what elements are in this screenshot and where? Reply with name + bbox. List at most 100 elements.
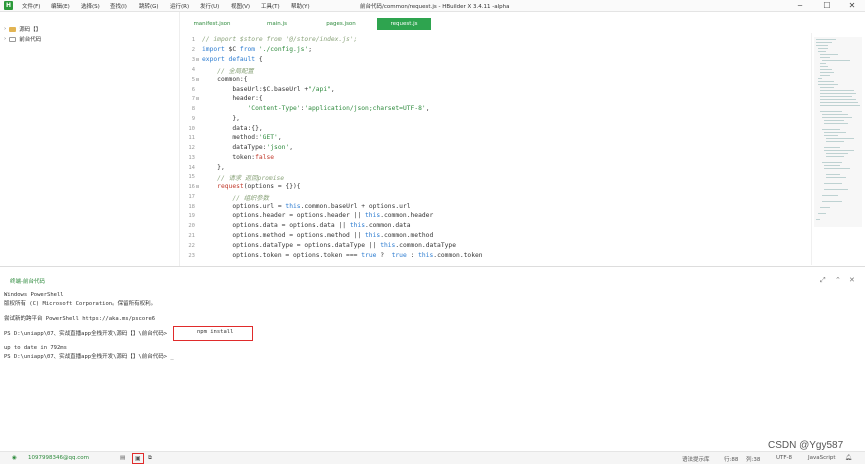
tab-main-js[interactable]: main.js bbox=[249, 18, 305, 30]
menu-help[interactable]: 帮助(Y) bbox=[291, 2, 310, 10]
window-title: 前台代码/common/request.js - HBuilder X 3.4.… bbox=[360, 4, 510, 10]
cursor-line: 行:88 bbox=[724, 457, 739, 463]
sidebar-toggle-icon[interactable]: ▤ bbox=[120, 455, 125, 461]
code-line: data:{}, bbox=[202, 125, 263, 132]
menu-tools[interactable]: 工具(T) bbox=[261, 2, 280, 10]
terminal-line: 版权所有 (C) Microsoft Corporation。保留所有权利。 bbox=[4, 301, 157, 307]
menu-run[interactable]: 运行(R) bbox=[170, 2, 189, 10]
code-line: // 全局配置 bbox=[217, 68, 254, 75]
line-number: 9 bbox=[191, 116, 195, 122]
maximize-button[interactable]: ☐ bbox=[817, 0, 837, 11]
fold-icon[interactable]: ⊟ bbox=[196, 184, 201, 190]
line-number: 8 bbox=[191, 106, 195, 112]
account-email[interactable]: 1097998346@qq.com bbox=[28, 455, 89, 461]
terminal-line: up to date in 792ms bbox=[4, 345, 67, 351]
tab-manifest-json[interactable]: manifest.json bbox=[184, 18, 240, 30]
tab-pages-json[interactable]: pages.json bbox=[313, 18, 369, 30]
terminal-prompt-line: PS D:\uniapp\07、实战直播app全栈开发\源码【】\前台代码> _ bbox=[4, 354, 174, 360]
line-number: 5 bbox=[191, 77, 195, 83]
code-line: options.url = this.common.baseUrl + opti… bbox=[202, 203, 411, 210]
line-number: 1 bbox=[191, 37, 195, 43]
code-line: // 请求 返回promise bbox=[217, 175, 285, 182]
line-number: 4 bbox=[191, 67, 195, 73]
code-line: baseUrl:$C.baseUrl +"/api", bbox=[202, 86, 335, 93]
status-bar: ◉ 1097998346@qq.com ▤ ▣ ⧉ 语法提示库 行:88 列:3… bbox=[0, 451, 865, 464]
code-line: 'Content-Type':'application/json;charset… bbox=[247, 105, 430, 112]
code-line: }, bbox=[202, 164, 225, 171]
terminal-icon: ▣ bbox=[135, 455, 141, 462]
line-number: 19 bbox=[188, 213, 195, 219]
collapse-panel-icon[interactable]: ⌃ bbox=[835, 276, 841, 284]
line-number: 2 bbox=[191, 47, 195, 53]
menu-view[interactable]: 视图(V) bbox=[231, 2, 250, 10]
bell-icon[interactable]: 🔔︎ bbox=[845, 455, 852, 461]
menu-publish[interactable]: 发行(U) bbox=[200, 2, 219, 10]
code-line: header:{ bbox=[202, 95, 263, 102]
line-number: 13 bbox=[188, 155, 195, 161]
fold-icon[interactable]: ⊟ bbox=[196, 96, 201, 102]
terminal-panel-header: 终端-前台代码 ⤢ ⌃ ✕ bbox=[0, 266, 865, 287]
code-line: dataType:'json', bbox=[202, 144, 293, 151]
code-line: token:false bbox=[202, 154, 275, 161]
close-icon: ✕ bbox=[848, 1, 856, 10]
sidebar-item-label: 源码【】 bbox=[19, 27, 42, 33]
chevron-right-icon: › bbox=[4, 26, 7, 32]
minimize-button[interactable]: ─ bbox=[790, 0, 810, 11]
line-number: 17 bbox=[188, 194, 195, 200]
language-mode[interactable]: JavaScript bbox=[808, 455, 836, 461]
project-icon bbox=[9, 36, 17, 42]
code-minimap[interactable] bbox=[811, 33, 865, 265]
sidebar-item-frontend[interactable]: › 前台代码 bbox=[4, 35, 41, 43]
menu-file[interactable]: 文件(F) bbox=[22, 2, 40, 10]
sidebar-item-source[interactable]: › 源码【】 bbox=[4, 25, 41, 33]
maximize-icon: ☐ bbox=[823, 1, 831, 10]
menu-goto[interactable]: 跳转(G) bbox=[139, 2, 159, 10]
close-panel-icon[interactable]: ✕ bbox=[849, 276, 855, 284]
folder-icon bbox=[9, 26, 17, 32]
syntax-hint[interactable]: 语法提示库 bbox=[682, 455, 710, 463]
user-icon: ◉ bbox=[12, 455, 17, 461]
menu-select[interactable]: 选择(S) bbox=[81, 2, 100, 10]
code-line: // 组织参数 bbox=[232, 195, 269, 202]
line-number: 10 bbox=[188, 126, 195, 132]
line-number: 6 bbox=[191, 87, 195, 93]
command-highlight-box bbox=[173, 326, 253, 341]
fold-icon[interactable]: ⊟ bbox=[196, 57, 201, 63]
line-number: 20 bbox=[188, 223, 195, 229]
minimap-viewport[interactable] bbox=[814, 37, 862, 227]
close-button[interactable]: ✕ bbox=[842, 0, 862, 11]
line-number: 16 bbox=[188, 184, 195, 190]
sidebar-item-label: 前台代码 bbox=[19, 37, 42, 43]
encoding[interactable]: UTF-8 bbox=[776, 455, 792, 461]
code-line: options.token = options.token === true ?… bbox=[202, 252, 483, 259]
chevron-right-icon: › bbox=[4, 36, 7, 42]
cursor-col: 列:38 bbox=[746, 457, 761, 463]
terminal-output[interactable]: Windows PowerShell 版权所有 (C) Microsoft Co… bbox=[0, 284, 865, 451]
code-editor[interactable]: 1 2 3 4 5 6 7 8 9 10 11 12 13 14 15 16 17 18 19 20 21 22 23 ⊟ … bbox=[181, 33, 811, 265]
line-number: 22 bbox=[188, 243, 195, 249]
terminal-prompt-line: PS D:\uniapp\07、实战直播app全栈开发\源码【】\前台代码> bbox=[4, 331, 168, 337]
code-line: import $C from './config.js'; bbox=[202, 46, 312, 53]
menu-edit[interactable]: 编辑(E) bbox=[51, 2, 70, 10]
line-number: 18 bbox=[188, 204, 195, 210]
code-line: request(options = {}){ bbox=[217, 183, 301, 190]
line-number: 12 bbox=[188, 145, 195, 151]
menu-find[interactable]: 查找(I) bbox=[110, 2, 127, 10]
fold-icon[interactable]: ⊟ bbox=[196, 77, 201, 83]
code-line: options.header = options.header || this.… bbox=[202, 212, 434, 219]
code-line: }, bbox=[202, 115, 240, 122]
editor-tab-bar: manifest.json main.js pages.json request… bbox=[181, 12, 865, 32]
minimap-content bbox=[816, 39, 860, 220]
console-icon[interactable]: ⧉ bbox=[148, 455, 152, 462]
code-line: export default { bbox=[202, 56, 263, 63]
terminal-toggle-button[interactable]: ▣ bbox=[132, 453, 144, 464]
code-line: common:{ bbox=[202, 76, 248, 83]
minimize-icon: ─ bbox=[797, 1, 803, 10]
tab-request-js[interactable]: request.js bbox=[377, 18, 431, 30]
hbuilder-logo-icon: H bbox=[4, 1, 13, 10]
line-number: 11 bbox=[188, 135, 195, 141]
line-number: 23 bbox=[188, 253, 195, 259]
line-number: 21 bbox=[188, 233, 195, 239]
line-number: 15 bbox=[188, 174, 195, 180]
code-line: options.data = options.data || this.comm… bbox=[202, 222, 411, 229]
